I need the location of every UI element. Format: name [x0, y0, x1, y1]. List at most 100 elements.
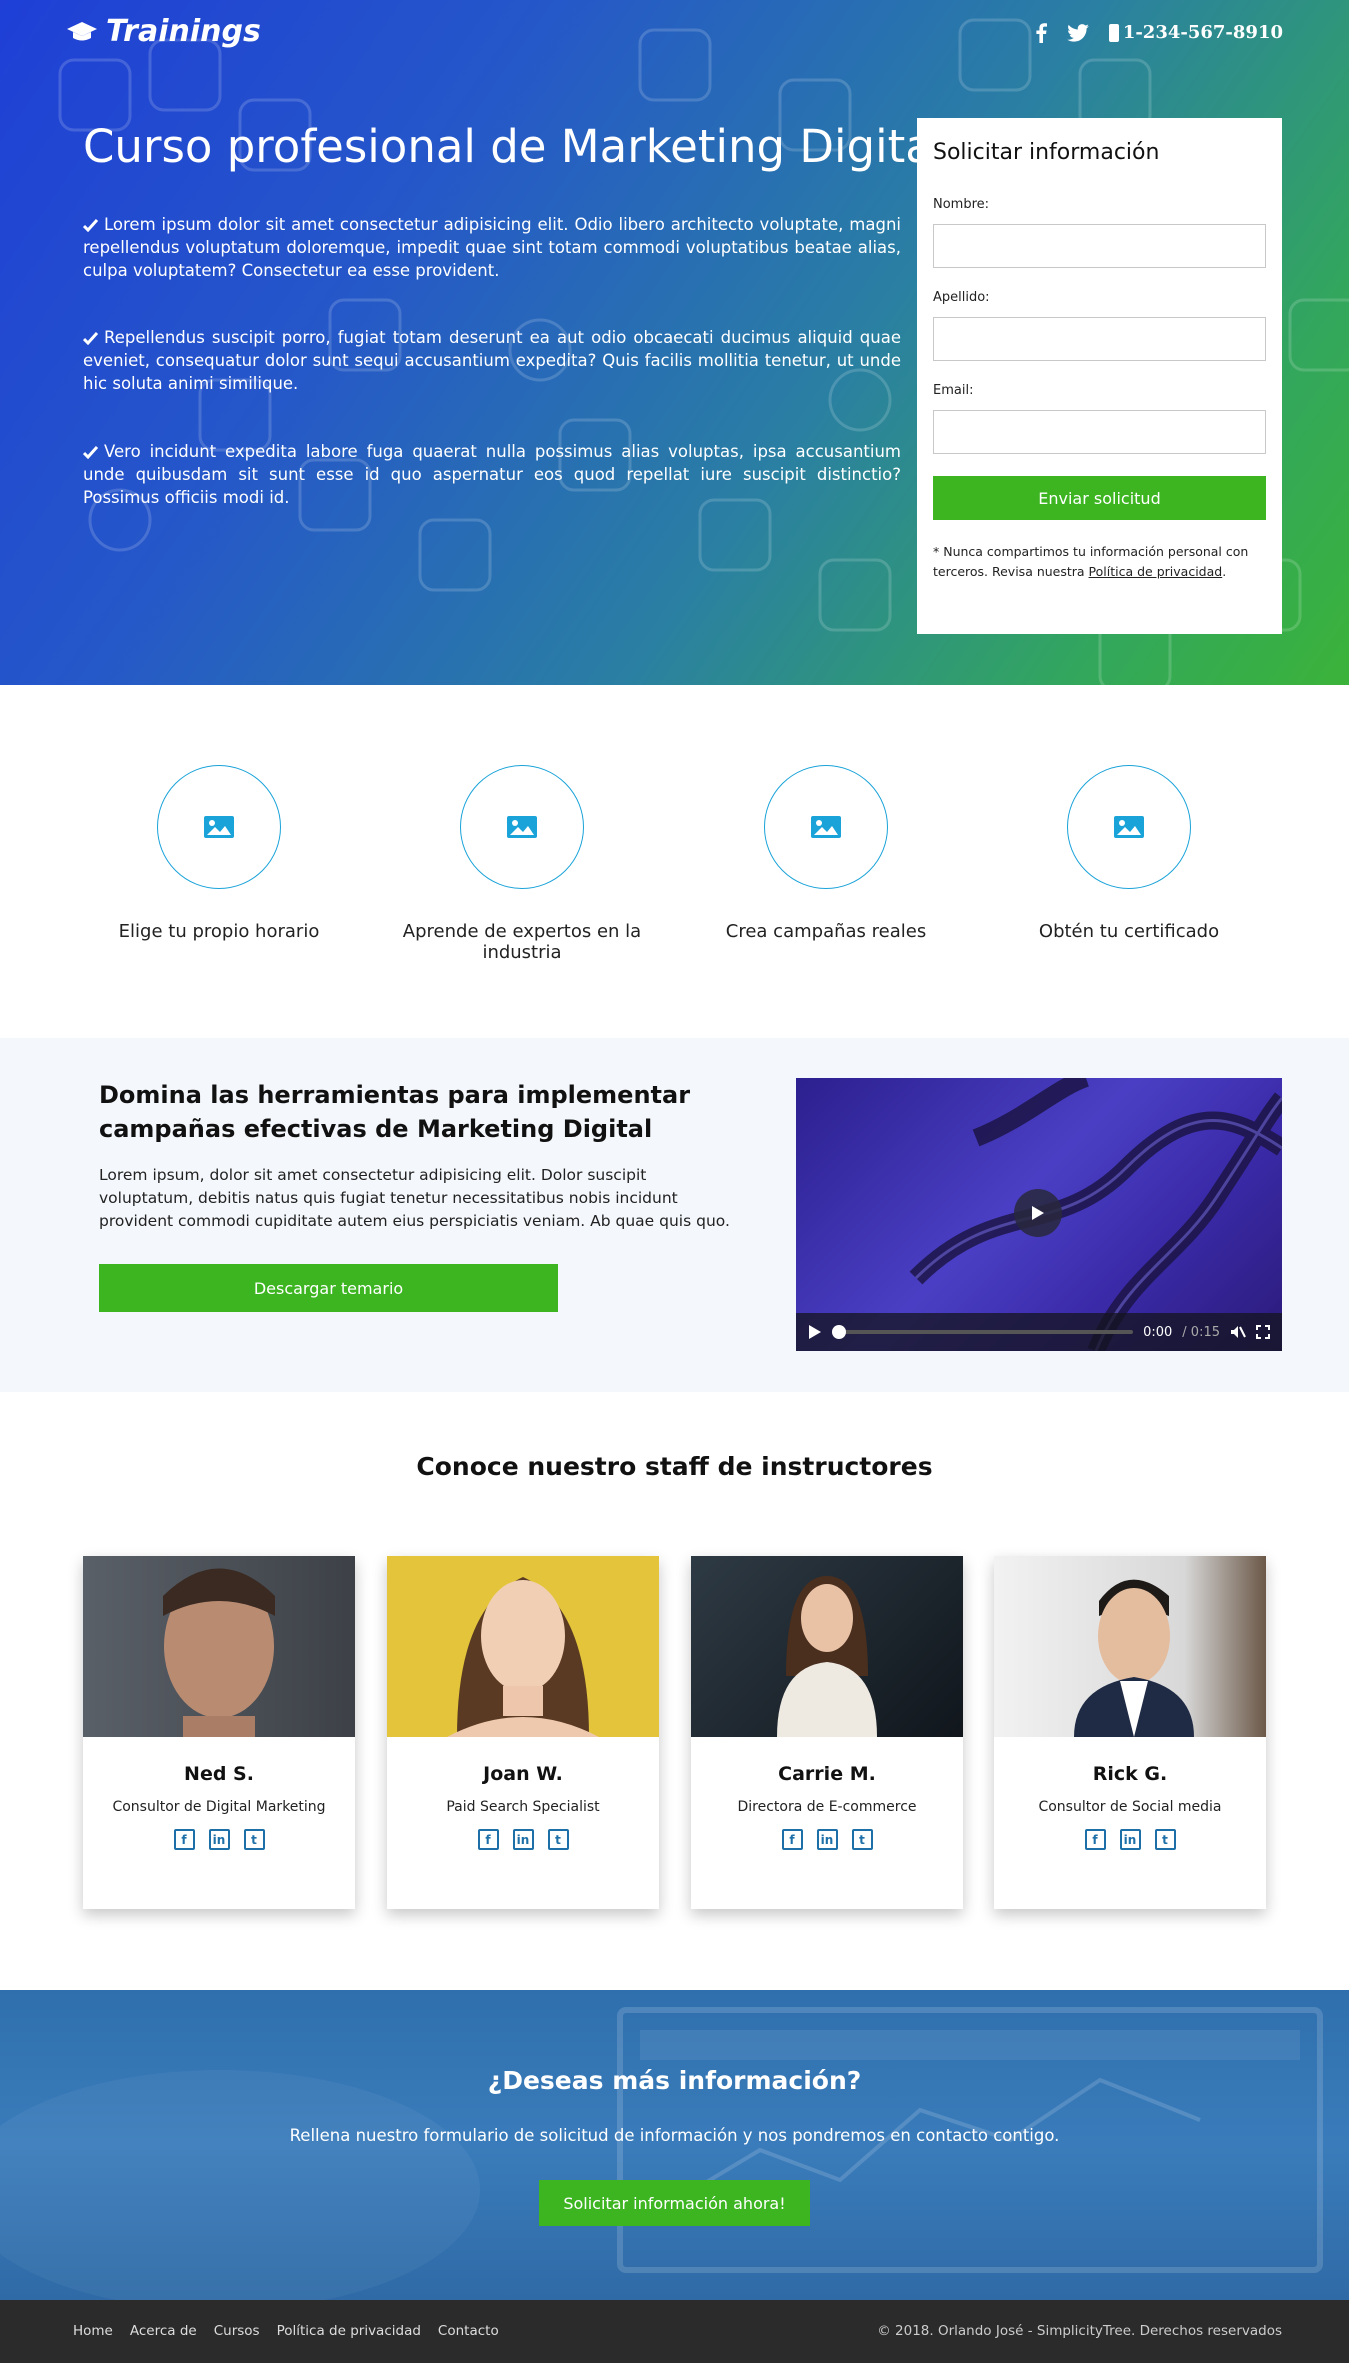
- submit-request-button[interactable]: Enviar solicitud: [933, 476, 1266, 520]
- features-section: Elige tu propio horario Aprende de exper…: [0, 685, 1349, 1038]
- download-syllabus-button[interactable]: Descargar temario: [99, 1264, 558, 1312]
- instructor-role: Consultor de Social media: [1038, 1799, 1222, 1815]
- request-info-now-button[interactable]: Solicitar información ahora!: [539, 2180, 810, 2226]
- instructor-photo: [387, 1556, 659, 1737]
- video-total-time: / 0:15: [1182, 1324, 1220, 1340]
- twitter-icon[interactable]: t: [851, 1829, 873, 1850]
- check-icon: [83, 219, 98, 232]
- privacy-policy-link[interactable]: Política de privacidad: [1089, 564, 1223, 579]
- portrait-placeholder: [777, 1576, 877, 1737]
- email-label: Email:: [933, 383, 974, 398]
- feature-item: Aprende de expertos en la industria: [372, 765, 672, 963]
- copyright: © 2018. Orlando José - SimplicityTree. D…: [877, 2323, 1282, 2339]
- feature-circle: [764, 765, 888, 889]
- image-icon: [811, 816, 841, 838]
- footer-link-about[interactable]: Acerca de: [130, 2323, 197, 2339]
- instructor-socials: f in t: [994, 1829, 1266, 1850]
- phone-number: 1-234-567-8910: [1122, 22, 1283, 43]
- phone-icon: [1108, 23, 1119, 42]
- cta-text: Rellena nuestro formulario de solicitud …: [289, 2126, 1060, 2145]
- video-play-overlay-button[interactable]: [1014, 1189, 1062, 1237]
- hero-bullet-text: Lorem ipsum dolor sit amet consectetur a…: [83, 215, 901, 280]
- fullscreen-icon[interactable]: [1256, 1325, 1270, 1339]
- instructor-role: Paid Search Specialist: [446, 1799, 600, 1815]
- instructor-role: Consultor de Digital Marketing: [112, 1799, 326, 1815]
- hero-bullet-2: Repellendus suscipit porro, fugiat totam…: [83, 326, 901, 395]
- hero-bullet-text: Vero incidunt expedita labore fuga quaer…: [83, 442, 901, 507]
- facebook-icon[interactable]: f: [1084, 1829, 1106, 1850]
- instructor-name: Ned S.: [184, 1763, 254, 1785]
- instructor-name: Joan W.: [483, 1763, 563, 1785]
- feature-item: Obtén tu certificado: [979, 765, 1279, 942]
- feature-label: Elige tu propio horario: [118, 921, 320, 942]
- feature-label: Aprende de expertos en la industria: [402, 921, 642, 963]
- instructor-card: Joan W. Paid Search Specialist f in t: [387, 1556, 659, 1909]
- header-contact: 1-234-567-8910: [1035, 22, 1283, 43]
- video-seek-bar[interactable]: [832, 1325, 1134, 1339]
- footer-link-privacy[interactable]: Política de privacidad: [277, 2323, 421, 2339]
- email-field[interactable]: [933, 410, 1266, 454]
- footer-link-courses[interactable]: Cursos: [214, 2323, 260, 2339]
- play-icon[interactable]: [808, 1324, 822, 1340]
- course-description: Lorem ipsum, dolor sit amet consectetur …: [99, 1166, 730, 1230]
- footer-link-home[interactable]: Home: [73, 2323, 113, 2339]
- brand-name: Trainings: [106, 14, 261, 49]
- footer-nav: Home Acerca de Cursos Política de privac…: [73, 2323, 499, 2339]
- linkedin-icon[interactable]: in: [208, 1829, 230, 1850]
- instructor-role: Directora de E-commerce: [737, 1799, 917, 1815]
- feature-label: Obtén tu certificado: [1038, 921, 1220, 942]
- twitter-icon[interactable]: t: [1154, 1829, 1176, 1850]
- check-icon: [83, 332, 98, 345]
- hero-title: Curso profesional de Marketing Digital: [83, 120, 946, 173]
- linkedin-icon[interactable]: in: [816, 1829, 838, 1850]
- course-section: Domina las herramientas para implementar…: [0, 1038, 1349, 1392]
- video-seek-knob[interactable]: [832, 1325, 846, 1339]
- portrait-placeholder: [163, 1568, 275, 1737]
- twitter-icon[interactable]: t: [547, 1829, 569, 1850]
- cta-section: ¿Deseas más información? Rellena nuestro…: [0, 1990, 1349, 2300]
- name-label: Nombre:: [933, 197, 990, 212]
- linkedin-icon[interactable]: in: [1119, 1829, 1141, 1850]
- brand-logo[interactable]: Trainings: [66, 14, 261, 49]
- cta-background-graphic: [0, 2007, 1323, 2300]
- hero-bullet-text: Repellendus suscipit porro, fugiat totam…: [83, 328, 901, 393]
- twitter-icon[interactable]: [1067, 23, 1089, 42]
- mute-icon[interactable]: [1230, 1325, 1246, 1339]
- staff-section: Conoce nuestro staff de instructores Ned…: [0, 1392, 1349, 1990]
- instructor-card: Rick G. Consultor de Social media f in t: [994, 1556, 1266, 1909]
- twitter-icon[interactable]: t: [243, 1829, 265, 1850]
- facebook-icon[interactable]: [1035, 22, 1047, 43]
- phone-link[interactable]: 1-234-567-8910: [1108, 22, 1283, 43]
- instructor-socials: f in t: [691, 1829, 963, 1850]
- course-title: Domina las herramientas para implementar…: [99, 1081, 691, 1143]
- portrait-placeholder: [1074, 1579, 1194, 1737]
- name-field[interactable]: [933, 224, 1266, 268]
- video-player[interactable]: 0:00 / 0:15: [796, 1078, 1282, 1351]
- check-icon: [83, 446, 98, 459]
- facebook-icon[interactable]: f: [477, 1829, 499, 1850]
- image-icon: [204, 816, 234, 838]
- linkedin-icon[interactable]: in: [512, 1829, 534, 1850]
- instructor-socials: f in t: [83, 1829, 355, 1850]
- instructor-name: Rick G.: [1092, 1763, 1168, 1785]
- instructor-name: Carrie M.: [778, 1763, 876, 1785]
- feature-item: Elige tu propio horario: [69, 765, 369, 942]
- footer-link-contact[interactable]: Contacto: [438, 2323, 499, 2339]
- hero-section: Trainings 1-234-567-8910 Curso profesion…: [0, 0, 1349, 685]
- hero-bullet-1: Lorem ipsum dolor sit amet consectetur a…: [83, 213, 901, 282]
- portrait-placeholder: [447, 1577, 599, 1737]
- feature-circle: [1067, 765, 1191, 889]
- instructor-photo: [691, 1556, 963, 1737]
- facebook-icon[interactable]: f: [173, 1829, 195, 1850]
- facebook-icon[interactable]: f: [781, 1829, 803, 1850]
- staff-title: Conoce nuestro staff de instructores: [416, 1452, 933, 1481]
- feature-label: Crea campañas reales: [725, 921, 927, 942]
- instructor-card: Ned S. Consultor de Digital Marketing f …: [83, 1556, 355, 1909]
- privacy-note-suffix: .: [1222, 564, 1227, 579]
- lastname-field[interactable]: [933, 317, 1266, 361]
- graduation-cap-icon: [67, 21, 97, 40]
- video-current-time: 0:00: [1143, 1324, 1173, 1340]
- instructor-photo: [994, 1556, 1266, 1737]
- image-icon: [1114, 816, 1144, 838]
- cta-title: ¿Deseas más información?: [487, 2066, 862, 2095]
